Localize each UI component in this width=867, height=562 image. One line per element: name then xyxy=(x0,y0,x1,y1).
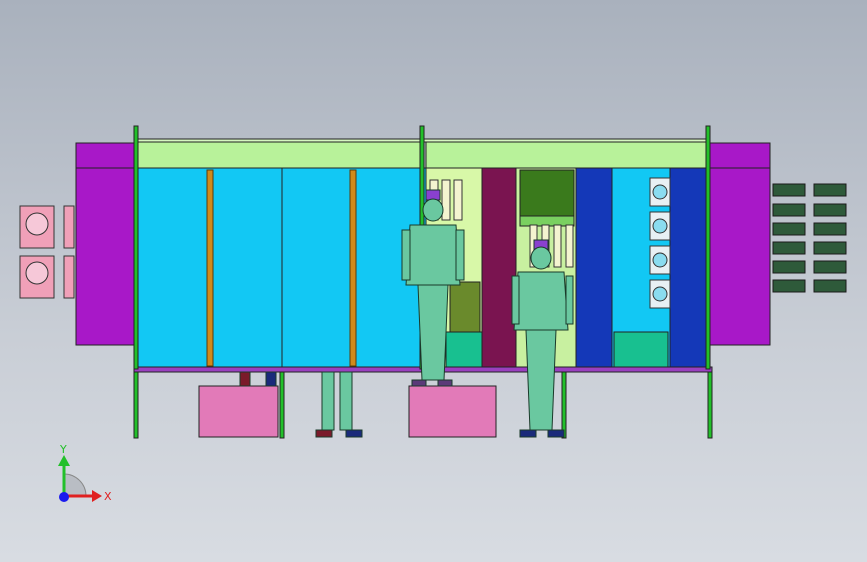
leg-left xyxy=(133,371,139,439)
filter-cartridge-icon xyxy=(813,183,847,197)
filter-cartridge-icon xyxy=(813,241,847,255)
filter-cartridge-icon xyxy=(453,179,463,221)
post-right xyxy=(705,125,711,370)
fan-unit-icon xyxy=(652,184,668,200)
fan-unit-icon xyxy=(63,255,75,299)
filter-cartridge-icon xyxy=(813,222,847,236)
roof-duct-left xyxy=(135,140,423,169)
post-left xyxy=(133,125,139,370)
z-axis-dot xyxy=(59,492,69,502)
pink-platform-right xyxy=(408,385,497,438)
right-filter-grid xyxy=(772,183,847,293)
cad-booth-drawing: Y X xyxy=(19,125,847,503)
y-axis-arrowhead xyxy=(58,455,70,466)
left-magenta-plenum xyxy=(75,142,137,169)
dark-blue-column-2 xyxy=(669,167,709,369)
fan-unit-icon xyxy=(652,286,668,302)
filter-cartridge-icon xyxy=(553,224,562,268)
left-magenta-wall xyxy=(75,167,137,346)
right-magenta-plenum xyxy=(709,142,771,169)
filter-cartridge-icon xyxy=(772,222,806,236)
y-axis-label: Y xyxy=(59,443,67,456)
roof-duct-right xyxy=(425,140,711,169)
dark-green-box xyxy=(519,169,575,217)
x-axis-label: X xyxy=(104,490,112,503)
leg-right xyxy=(707,371,713,439)
orange-stripe-1 xyxy=(206,169,214,367)
filter-cartridge-icon xyxy=(813,203,847,217)
filter-cartridge-icon xyxy=(772,260,806,274)
olive-cabinet xyxy=(449,281,481,333)
maroon-column xyxy=(481,167,517,369)
axis-triad-icon: Y X xyxy=(58,443,112,503)
filter-cartridge-icon xyxy=(772,241,806,255)
filter-cartridge-icon xyxy=(565,224,574,268)
orange-stripe-2 xyxy=(349,169,357,367)
leg-mid-right xyxy=(561,371,567,439)
filter-cartridge-icon xyxy=(772,183,806,197)
teal-block-2 xyxy=(613,331,669,369)
triad-arc xyxy=(63,473,87,497)
pink-platform-left xyxy=(198,385,279,438)
filter-cartridge-icon xyxy=(772,203,806,217)
x-axis-arrowhead xyxy=(92,490,102,502)
leg-mid-left xyxy=(279,371,285,439)
fan-unit-icon xyxy=(652,252,668,268)
filter-cartridge-icon xyxy=(813,279,847,293)
filter-cartridge-icon xyxy=(813,260,847,274)
filter-cartridge-icon xyxy=(441,179,451,221)
right-magenta-wall xyxy=(709,167,771,346)
teal-block-1 xyxy=(445,331,483,369)
dark-blue-column-1 xyxy=(575,167,613,369)
fan-unit-icon xyxy=(652,218,668,234)
fan-unit-icon xyxy=(63,205,75,249)
filter-cartridge-icon xyxy=(772,279,806,293)
left-fan-array xyxy=(19,205,75,299)
